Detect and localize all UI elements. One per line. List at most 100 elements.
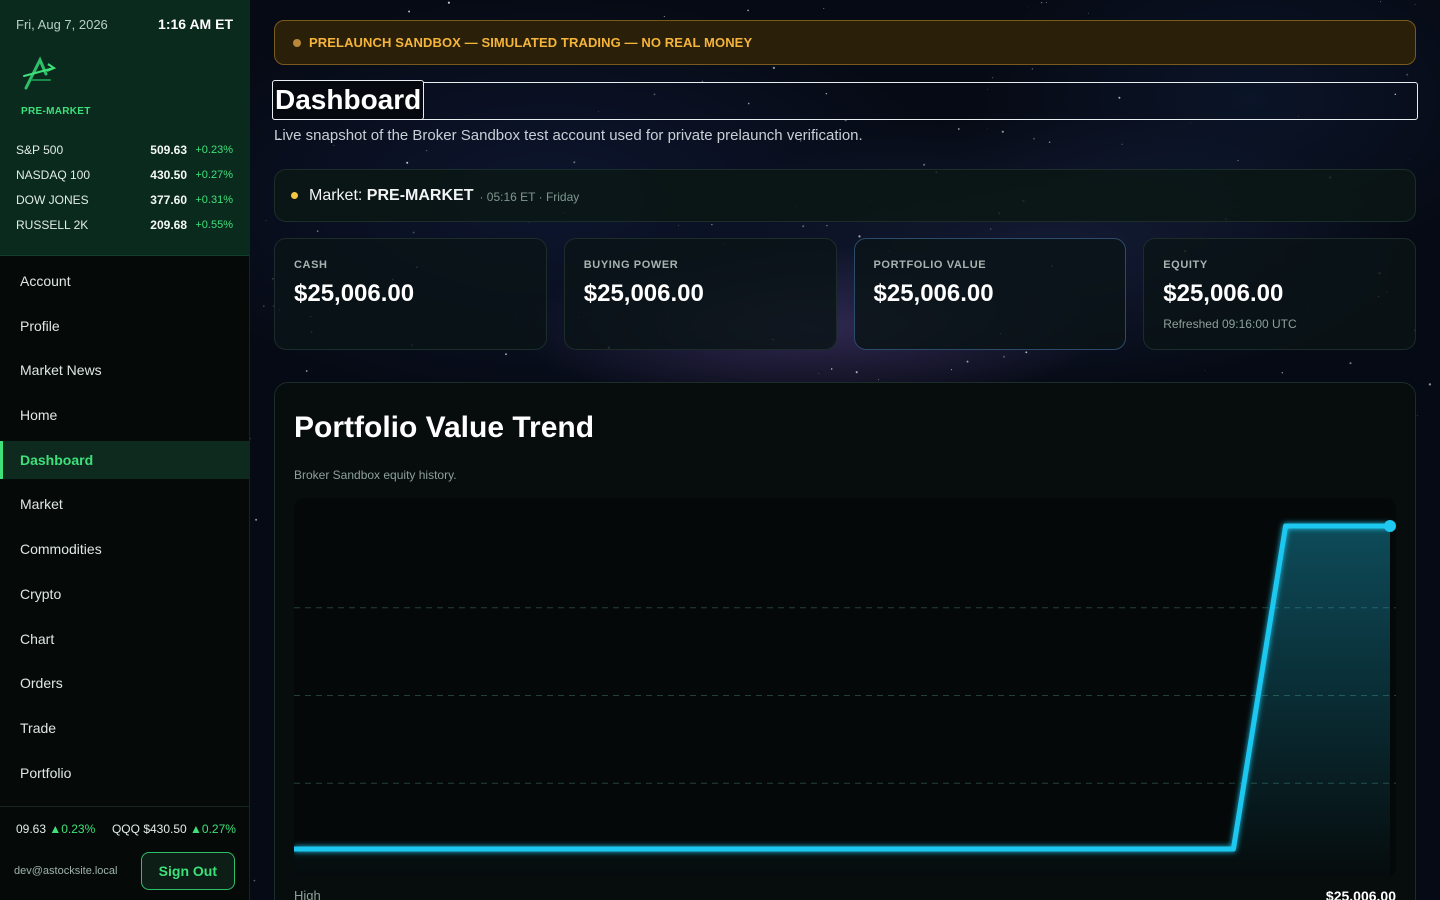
- clock-row: Fri, Aug 7, 2026 1:16 AM ET: [16, 16, 233, 32]
- chart-subtitle: Broker Sandbox equity history.: [294, 468, 457, 482]
- portfolio-trend-chart[interactable]: [294, 498, 1396, 877]
- data-point[interactable]: [605, 847, 609, 851]
- market-status-label: Market: PRE-MARKET: [309, 187, 473, 205]
- data-point[interactable]: [1075, 847, 1079, 851]
- data-point[interactable]: [449, 847, 453, 851]
- data-point[interactable]: [918, 847, 922, 851]
- index-change: +0.23%: [195, 143, 233, 156]
- star: [1204, 370, 1206, 372]
- star: [1237, 159, 1239, 162]
- star: [255, 518, 258, 521]
- page-subtitle: Live snapshot of the Broker Sandbox test…: [274, 127, 863, 144]
- data-point[interactable]: [1023, 847, 1027, 851]
- nav-item-market-news[interactable]: Market News: [0, 351, 249, 389]
- index-change: +0.31%: [195, 193, 233, 206]
- index-value: 509.63: [150, 142, 187, 157]
- data-point[interactable]: [396, 847, 400, 851]
- nav-item-account[interactable]: Account: [0, 262, 249, 300]
- market-status-dot-icon: [291, 192, 298, 199]
- star: [747, 9, 749, 12]
- sidebar: Fri, Aug 7, 2026 1:16 AM ET PRE-MARKET S…: [0, 0, 250, 900]
- star: [1002, 355, 1006, 358]
- current-date: Fri, Aug 7, 2026: [16, 16, 108, 32]
- nav-item-market[interactable]: Market: [0, 485, 249, 523]
- card-label: PORTFOLIO VALUE: [873, 259, 987, 271]
- star: [823, 7, 825, 9]
- current-time: 1:16 AM ET: [158, 16, 233, 32]
- star: [1045, 2, 1047, 4]
- nav-item-home[interactable]: Home: [0, 396, 249, 434]
- star: [1033, 137, 1035, 140]
- sidebar-nav: Account Profile Market News Home Dashboa…: [0, 256, 249, 792]
- index-row-dowjones[interactable]: DOW JONES 377.60 +0.31%: [16, 187, 233, 212]
- star: [1281, 372, 1283, 374]
- sign-out-button[interactable]: Sign Out: [140, 852, 235, 890]
- data-point[interactable]: [1127, 847, 1131, 851]
- card-value: $25,006.00: [294, 280, 415, 307]
- index-name: RUSSELL 2K: [16, 217, 89, 232]
- banner-text: PRELAUNCH SANDBOX — SIMULATED TRADING — …: [309, 35, 753, 50]
- data-point[interactable]: [1231, 847, 1235, 851]
- data-point[interactable]: [814, 847, 818, 851]
- latest-point-marker[interactable]: [1384, 520, 1396, 532]
- data-point[interactable]: [501, 847, 505, 851]
- star: [1417, 415, 1418, 417]
- page-title: Dashboard: [272, 80, 425, 120]
- data-point[interactable]: [866, 847, 870, 851]
- data-point[interactable]: [344, 847, 348, 851]
- data-point[interactable]: [710, 847, 713, 851]
- nav-item-dashboard[interactable]: Dashboard: [0, 440, 249, 479]
- star: [1031, 68, 1034, 70]
- user-email: dev@astocksite.local: [14, 865, 118, 877]
- title-outline: [272, 82, 1418, 120]
- data-point[interactable]: [971, 847, 974, 851]
- index-row-sp500[interactable]: S&P 500 509.63 +0.23%: [16, 137, 233, 162]
- data-point[interactable]: [1336, 524, 1340, 528]
- star: [991, 77, 994, 79]
- main-content: PRELAUNCH SANDBOX — SIMULATED TRADING — …: [250, 0, 1440, 900]
- nav-item-crypto[interactable]: Crypto: [0, 575, 249, 613]
- star: [966, 360, 969, 363]
- nav-item-profile[interactable]: Profile: [0, 307, 249, 345]
- star: [1406, 73, 1409, 76]
- card-cash: CASH $25,006.00: [274, 238, 547, 350]
- star: [986, 127, 988, 129]
- data-point[interactable]: [1284, 524, 1288, 528]
- card-portfolio-value: PORTFOLIO VALUE $25,006.00: [853, 238, 1127, 350]
- card-refreshed-note: Refreshed 09:16:00 UTC: [1163, 317, 1297, 331]
- star: [1025, 351, 1028, 354]
- market-session-label: PRE-MARKET: [21, 106, 91, 117]
- nav-item-trade[interactable]: Trade: [0, 709, 249, 747]
- star: [1001, 130, 1004, 133]
- nav-item-commodities[interactable]: Commodities: [0, 530, 249, 568]
- index-name: NASDAQ 100: [16, 167, 91, 182]
- data-point[interactable]: [1179, 847, 1183, 851]
- index-list: S&P 500 509.63 +0.23% NASDAQ 100 430.50 …: [16, 137, 233, 237]
- data-point[interactable]: [553, 847, 557, 851]
- star: [406, 161, 409, 164]
- sidebar-footer: 09.63 ▲0.23% QQQ $430.50 ▲0.27% I dev@as…: [0, 806, 249, 900]
- star: [878, 378, 879, 380]
- market-status-meta: · 05:16 ET · Friday: [479, 190, 580, 204]
- data-point[interactable]: [657, 847, 661, 851]
- star: [447, 1, 450, 4]
- star: [1428, 383, 1432, 386]
- star: [333, 144, 335, 146]
- data-point[interactable]: [762, 847, 766, 851]
- app-logo[interactable]: [20, 54, 60, 94]
- nav-item-chart[interactable]: Chart: [0, 620, 249, 658]
- portfolio-trend-panel: Portfolio Value Trend Broker Sandbox equ…: [274, 382, 1416, 900]
- chart-plot-area[interactable]: [294, 498, 1396, 877]
- index-row-nasdaq100[interactable]: NASDAQ 100 430.50 +0.27%: [16, 162, 233, 187]
- nav-item-orders[interactable]: Orders: [0, 664, 249, 702]
- index-row-russell2k[interactable]: RUSSELL 2K 209.68 +0.55%: [16, 212, 233, 237]
- star: [505, 353, 507, 356]
- star: [412, 231, 415, 234]
- star: [678, 225, 680, 227]
- sidebar-header: Fri, Aug 7, 2026 1:16 AM ET PRE-MARKET S…: [0, 0, 249, 256]
- chart-footer-label: High: [294, 888, 321, 900]
- index-change: +0.55%: [195, 218, 233, 231]
- star: [1349, 362, 1352, 365]
- card-value: $25,006.00: [873, 280, 994, 307]
- nav-item-portfolio[interactable]: Portfolio: [0, 754, 249, 792]
